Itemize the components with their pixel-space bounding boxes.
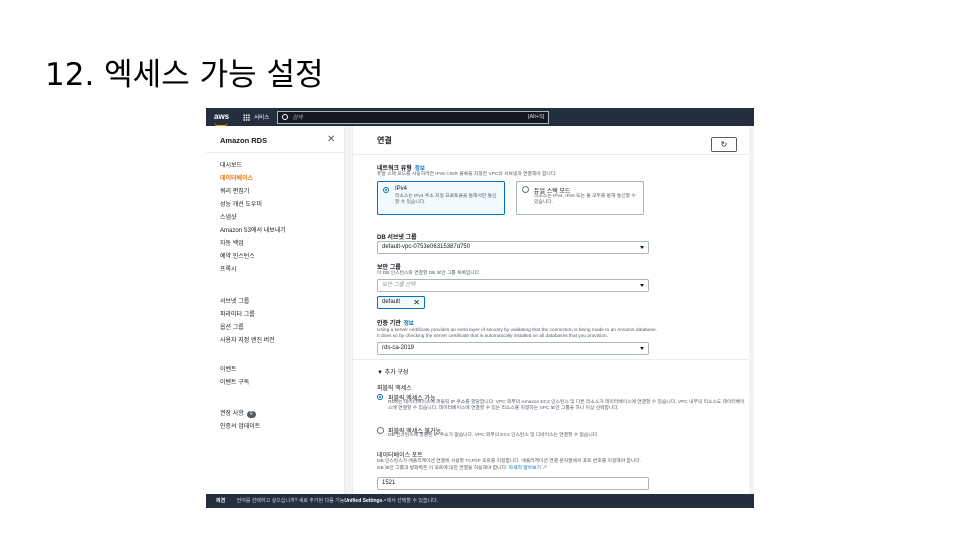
security-group-token: default ✕ <box>377 296 425 309</box>
sidebar-item-performance-insights[interactable]: 성능 개선 도우미 <box>220 199 286 212</box>
aws-logo-text: aws <box>214 112 230 121</box>
external-link-icon: ↗ <box>542 466 548 471</box>
certificate-authority-desc-2: It does so by checking the server certif… <box>377 334 608 339</box>
services-menu[interactable]: 서비스 <box>243 113 269 121</box>
sidebar-item-recommendations[interactable]: 권장 사항 0 <box>220 408 260 421</box>
sidebar-item-snapshots[interactable]: 스냅샷 <box>220 212 286 225</box>
footer-text-2: 에서 선택할 수 있습니다. <box>386 498 439 504</box>
database-port-label: 데이터베이스 포트 <box>377 453 423 459</box>
network-type-desc: 듀얼 스택 모드를 사용하려면 IPv6 CIDR 블록을 지정한 VPC의 서… <box>377 172 557 177</box>
ipv4-radio[interactable] <box>383 187 389 193</box>
caret-down-icon <box>640 347 644 350</box>
sidebar-item-proxies[interactable]: 프록시 <box>220 264 286 277</box>
caret-down-icon: ▼ <box>377 370 383 376</box>
desc-text: DB 보안 그룹과 방화벽은 이 포트에 대한 연결을 허용해야 합니다. <box>377 466 508 471</box>
panel-title: 연결 <box>377 136 392 145</box>
option-title: IPv4 <box>395 186 408 192</box>
sidebar-item-option-groups[interactable]: 옵션 그룹 <box>220 322 275 335</box>
security-group-select[interactable]: 보안 그룹 선택 <box>377 279 649 292</box>
option-desc: DB 인스턴스에 할당된 IP 주소가 없습니다. VPC 외부의 EC2 인스… <box>388 433 599 438</box>
database-port-desc-2: DB 보안 그룹과 방화벽은 이 포트에 대한 연결을 허용해야 합니다. 자세… <box>377 466 547 472</box>
dual-stack-option-card[interactable]: 듀얼 스택 모드 리소스는 IPv4, IPv6 또는 둘 모두를 통해 통신할… <box>516 181 644 215</box>
database-port-input[interactable]: 1521 <box>377 477 649 490</box>
sidebar-item-databases[interactable]: 데이터베이스 <box>220 173 286 186</box>
sidebar: Amazon RDS ✕ 대시보드 데이터베이스 쿼리 편집기 성능 개선 도우… <box>206 126 345 494</box>
public-no-radio[interactable] <box>377 427 384 434</box>
token-label: default <box>382 299 401 305</box>
network-type-label: 네트워크 유형 정보 <box>377 163 425 172</box>
feedback-link[interactable]: 의견 <box>216 498 225 504</box>
slide-title: 12. 엑세스 가능 설정 <box>45 57 324 93</box>
public-access-label: 퍼블릭 액세스 <box>377 386 412 392</box>
refresh-icon: ↻ <box>720 140 728 149</box>
option-desc: 리소스는 IPv4 주소 지정 프로토콜을 통해서만 통신할 수 있습니다. <box>395 194 497 205</box>
dual-stack-radio[interactable] <box>522 186 529 193</box>
sidebar-group-config: 서브넷 그룹 파라미터 그룹 옵션 그룹 사용자 지정 엔진 버전 <box>220 296 275 348</box>
sidebar-group-events: 이벤트 이벤트 구독 <box>220 364 249 390</box>
sidebar-item-automated-backups[interactable]: 자동 백업 <box>220 238 286 251</box>
sidebar-item-reserved-instances[interactable]: 예약 인스턴스 <box>220 251 286 264</box>
search-icon <box>282 114 289 120</box>
subnet-group-label: DB 서브넷 그룹 <box>377 235 417 241</box>
sidebar-item-dashboard[interactable]: 대시보드 <box>220 160 286 173</box>
console-screenshot: aws 서비스 검색 [Alt+S] Amazon RDS ✕ 대시보드 데이터… <box>206 108 754 508</box>
sidebar-item-label: 권장 사항 <box>220 411 244 417</box>
toggle-label: 추가 구성 <box>384 370 409 376</box>
input-value: 1521 <box>382 480 396 486</box>
top-nav: aws 서비스 검색 [Alt+S] <box>206 108 754 126</box>
sidebar-item-parameter-groups[interactable]: 파라미터 그룹 <box>220 309 275 322</box>
sidebar-item-certificate-update[interactable]: 인증서 업데이트 <box>220 421 260 434</box>
certificate-authority-label: 인증 기관 정보 <box>377 318 414 327</box>
divider <box>206 152 344 153</box>
security-group-desc: 이 DB 인스턴스와 연결할 DB 보안 그룹 목록입니다. <box>377 271 481 276</box>
sidebar-item-custom-engine-versions[interactable]: 사용자 지정 엔진 버전 <box>220 335 275 348</box>
option-desc: 리소스는 IPv4, IPv6 또는 둘 모두를 통해 통신할 수 있습니다. <box>534 194 636 205</box>
sidebar-item-events[interactable]: 이벤트 <box>220 364 249 377</box>
refresh-button[interactable]: ↻ <box>711 137 737 152</box>
security-group-label: 보안 그룹 <box>377 265 401 271</box>
select-placeholder: 보안 그룹 선택 <box>382 282 416 288</box>
count-badge: 0 <box>246 411 256 418</box>
connectivity-panel: 연결 ↻ 네트워크 유형 정보 듀얼 스택 모드를 사용하려면 IPv6 CIDR… <box>352 126 749 494</box>
option-desc: RDS는 데이터베이스에 퍼블릭 IP 주소를 할당합니다. VPC 외부의 A… <box>388 400 745 411</box>
divider <box>353 359 749 360</box>
console-footer: 의견 언어를 선택하고 싶으십니까? 새로 추가된 다음 기능Unified S… <box>206 494 754 508</box>
sidebar-title: Amazon RDS <box>220 136 268 145</box>
panel-header: 연결 ↻ <box>353 126 749 155</box>
select-value: rds-ca-2019 <box>382 345 415 351</box>
learn-more-link[interactable]: 자세히 알아보기 <box>509 466 541 471</box>
additional-config-toggle[interactable]: ▼ 추가 구성 <box>377 367 408 376</box>
caret-down-icon <box>640 284 644 287</box>
select-value: default-vpc-0753e06315387d750 <box>382 244 471 250</box>
close-icon[interactable]: ✕ <box>327 134 335 145</box>
ipv4-option-card[interactable]: IPv4 리소스는 IPv4 주소 지정 프로토콜을 통해서만 통신할 수 있습… <box>377 181 505 215</box>
sidebar-item-event-subscriptions[interactable]: 이벤트 구독 <box>220 377 249 390</box>
subnet-group-select[interactable]: default-vpc-0753e06315387d750 <box>377 241 649 254</box>
unified-settings-link[interactable]: Unified Settings <box>344 498 382 504</box>
sidebar-group-main: 대시보드 데이터베이스 쿼리 편집기 성능 개선 도우미 스냅샷 Amazon … <box>220 160 286 277</box>
search-input[interactable]: 검색 [Alt+S] <box>277 110 550 124</box>
sidebar-group-misc: 권장 사항 0 인증서 업데이트 <box>220 408 260 434</box>
remove-token-icon[interactable]: ✕ <box>413 297 420 308</box>
certificate-authority-select[interactable]: rds-ca-2019 <box>377 342 649 355</box>
database-port-desc-1: DB 인스턴스가 애플리케이션 연결에 사용할 TCP/IP 포트를 지정합니다… <box>377 459 642 464</box>
grid-icon <box>243 113 251 121</box>
field-label: 인증 기관 <box>377 321 401 327</box>
sidebar-item-s3-export[interactable]: Amazon S3에서 내보내기 <box>220 225 286 238</box>
sidebar-item-query-editor[interactable]: 쿼리 편집기 <box>220 186 286 199</box>
sidebar-item-subnet-groups[interactable]: 서브넷 그룹 <box>220 296 275 309</box>
search-placeholder: 검색 <box>292 115 303 121</box>
caret-down-icon <box>640 246 644 249</box>
footer-text: 언어를 선택하고 싶으십니까? 새로 추가된 다음 기능 <box>236 498 345 504</box>
search-shortcut: [Alt+S] <box>527 114 545 120</box>
public-yes-radio[interactable] <box>377 394 383 400</box>
aws-logo[interactable]: aws <box>214 112 230 126</box>
info-link[interactable]: 정보 <box>404 321 414 327</box>
services-label: 서비스 <box>254 115 270 121</box>
